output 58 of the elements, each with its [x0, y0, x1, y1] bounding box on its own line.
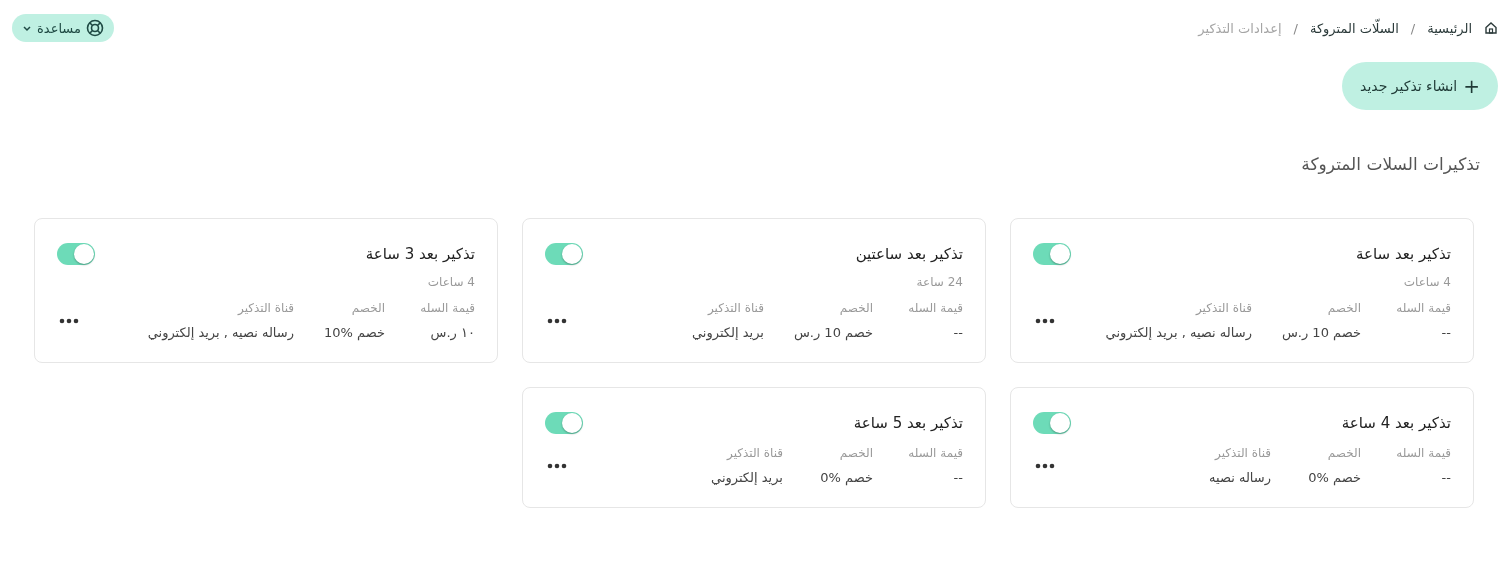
field-label: قيمة السله: [907, 446, 963, 460]
field-value: رساله نصيه: [1209, 470, 1271, 485]
field-value: بريد إلكتروني: [711, 470, 783, 485]
field-label: قناة التذكير: [236, 301, 294, 315]
more-icon: [547, 317, 567, 324]
breadcrumb-separator: /: [1410, 20, 1416, 36]
field-value: --: [1440, 325, 1451, 340]
card-title: تذكير بعد 3 ساعة: [365, 245, 475, 263]
toggle-switch[interactable]: [545, 412, 583, 434]
field-value: خصم %0: [819, 470, 873, 485]
field-value: بريد إلكتروني: [692, 325, 764, 340]
breadcrumb-link[interactable]: السلّات المتروكة: [1309, 20, 1399, 36]
toggle-switch[interactable]: [57, 243, 95, 265]
card-title: تذكير بعد 4 ساعة: [1341, 414, 1451, 432]
more-icon: [1035, 462, 1055, 469]
more-icon: [59, 317, 79, 324]
lifebuoy-icon: [85, 19, 104, 37]
toggle-switch[interactable]: [545, 243, 583, 265]
field-value: رساله نصيه , بريد إلكتروني: [147, 325, 294, 340]
field-value: خصم 10 ر.س: [793, 325, 873, 340]
home-icon[interactable]: [1484, 21, 1498, 35]
field-label: قيمة السله: [419, 301, 475, 315]
section-title: تذكيرات السلات المتروكة: [1300, 154, 1480, 174]
field-value: خصم 10 ر.س: [1281, 325, 1361, 340]
card-title: تذكير بعد ساعتين: [855, 245, 963, 263]
field-value: رساله نصيه , بريد إلكتروني: [1105, 325, 1252, 340]
field-label: قيمة السله: [1395, 301, 1451, 315]
field-label: الخصم: [1326, 301, 1361, 315]
field-value: خصم %10: [324, 325, 385, 340]
more-icon: [1035, 317, 1055, 324]
field-label: قناة التذكير: [725, 446, 783, 460]
card-subtitle: 4 ساعات: [1402, 275, 1451, 289]
field-label: قيمة السله: [907, 301, 963, 315]
help-button[interactable]: مساعدة: [12, 14, 114, 42]
field-label: الخصم: [1326, 446, 1361, 460]
chevron-down-icon: [22, 23, 32, 33]
toggle-switch[interactable]: [1033, 412, 1071, 434]
card-title: تذكير بعد 5 ساعة: [853, 414, 963, 432]
create-reminder-button[interactable]: + انشاء تذكير جديد: [1342, 62, 1498, 110]
field-label: قناة التذكير: [1194, 301, 1252, 315]
field-label: قيمة السله: [1395, 446, 1451, 460]
field-value: ١٠ ر.س: [429, 325, 475, 340]
more-icon: [547, 462, 567, 469]
field-value: --: [952, 470, 963, 485]
breadcrumb-link[interactable]: الرئيسية: [1427, 20, 1472, 36]
field-value: خصم %0: [1307, 470, 1361, 485]
field-label: قناة التذكير: [706, 301, 764, 315]
field-label: الخصم: [838, 301, 873, 315]
card-subtitle: 4 ساعات: [426, 275, 475, 289]
field-label: الخصم: [350, 301, 385, 315]
toggle-switch[interactable]: [1033, 243, 1071, 265]
breadcrumb-separator: /: [1293, 20, 1298, 36]
field-label: الخصم: [838, 446, 873, 460]
card-subtitle: 24 ساعة: [915, 275, 963, 289]
field-value: --: [1440, 470, 1451, 485]
field-label: قناة التذكير: [1213, 446, 1271, 460]
card-title: تذكير بعد ساعة: [1356, 245, 1451, 263]
field-value: --: [952, 325, 963, 340]
